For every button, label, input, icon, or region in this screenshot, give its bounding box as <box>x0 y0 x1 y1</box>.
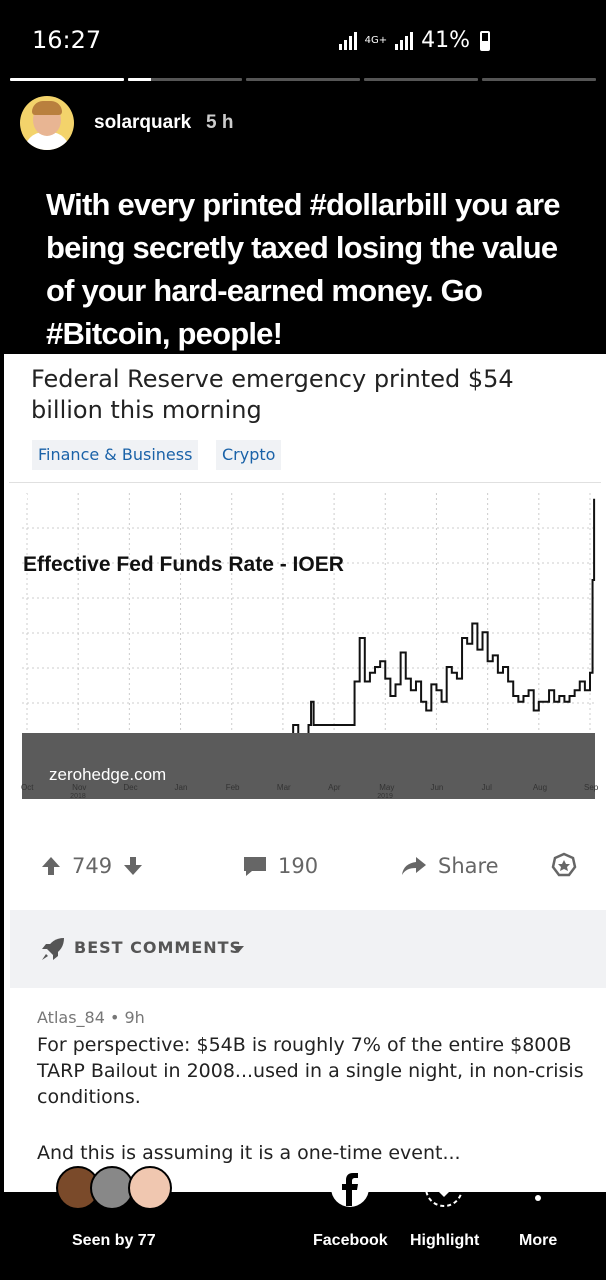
comments-button[interactable]: 190 <box>242 854 318 878</box>
flair-finance[interactable]: Finance & Business <box>32 440 199 470</box>
story-progress-segment <box>10 78 124 81</box>
post-actions: 749 190 Share <box>4 832 606 902</box>
highlight-icon[interactable] <box>424 1168 464 1208</box>
chart-tick-label: Jan <box>174 783 188 792</box>
more-button[interactable]: More <box>519 1232 557 1250</box>
signal-icon <box>338 31 357 50</box>
viewer-avatars[interactable] <box>56 1166 176 1214</box>
shared-post-card: Federal Reserve emergency printed $54 bi… <box>4 354 606 1192</box>
comment-icon <box>244 857 266 876</box>
comments-sort[interactable]: BEST COMMENTS <box>10 910 606 988</box>
rocket-icon <box>42 938 64 960</box>
award-icon[interactable] <box>551 852 577 878</box>
more-icon[interactable] <box>518 1168 558 1208</box>
facebook-icon[interactable] <box>330 1168 370 1208</box>
image-source-domain: zerohedge.com <box>49 765 167 784</box>
story-progress-segment <box>246 78 360 81</box>
vote-control: 749 <box>40 854 144 878</box>
post-image-chart[interactable]: Effective Fed Funds Rate - IOER zerohedg… <box>9 482 601 814</box>
story-progress-segment <box>128 78 242 81</box>
username[interactable]: solarquark <box>94 112 191 134</box>
chart-series-line <box>27 498 596 770</box>
share-label: Share <box>438 854 499 878</box>
chart-tick-sublabel: 2019 <box>377 793 393 800</box>
story-progress-segment <box>364 78 478 81</box>
chart-tick-label: Feb <box>225 783 240 792</box>
chart-tick-label: Dec <box>123 783 138 792</box>
chart-tick-label: Jul <box>481 783 492 792</box>
viewer-avatar <box>128 1166 172 1210</box>
chevron-down-icon <box>232 946 244 953</box>
sort-label: BEST COMMENTS <box>74 938 243 957</box>
external-link-icon[interactable] <box>9 483 29 503</box>
network-type: 4G+ <box>364 34 388 46</box>
chart-tick-label: Nov <box>72 783 87 792</box>
battery-percent: 41% <box>421 28 470 53</box>
story-caption: With every printed #dollarbill you are b… <box>46 187 560 351</box>
comment-body: For perspective: $54B is roughly 7% of t… <box>37 1034 584 1108</box>
chart-tick-label: Sep <box>584 783 599 792</box>
flair-crypto[interactable]: Crypto <box>216 440 282 470</box>
upvote-icon[interactable] <box>40 855 62 877</box>
story-progress <box>10 78 596 81</box>
avatar[interactable] <box>20 96 74 150</box>
chart-tick-label: Aug <box>532 783 548 792</box>
chart-tick-label: Mar <box>276 783 291 792</box>
downvote-icon[interactable] <box>122 855 144 877</box>
chart-x-axis: Oct Nov 2018 Dec Jan Feb Mar Apr May 2019 Jun Jul Au… <box>21 783 599 813</box>
chart-title: Effective Fed Funds Rate - IOER <box>23 553 344 576</box>
story-progress-segment <box>482 78 596 81</box>
chart-tick-label: May <box>379 783 395 792</box>
chart-tick-label: Apr <box>328 783 341 792</box>
status-bar: 16:27 4G+ 41% <box>0 0 606 80</box>
chart-tick-label: Jun <box>430 783 444 792</box>
chart-tick-label: Oct <box>21 783 34 792</box>
battery-icon <box>480 30 490 51</box>
post-title: Federal Reserve emergency printed $54 bi… <box>31 365 514 424</box>
facebook-button[interactable]: Facebook <box>313 1232 388 1250</box>
comment-body-2: And this is assuming it is a one-time ev… <box>37 1142 461 1164</box>
comment-count: 190 <box>278 854 319 878</box>
seen-by[interactable]: Seen by 77 <box>72 1232 156 1250</box>
signal-icon-2 <box>395 31 414 50</box>
status-icons: 4G+ 41% <box>338 28 490 53</box>
share-icon <box>402 857 426 875</box>
time-ago: 5 h <box>206 112 234 133</box>
highlight-button[interactable]: Highlight <box>410 1232 479 1250</box>
status-time: 16:27 <box>32 26 102 54</box>
chart-tick-sublabel: 2018 <box>70 793 86 800</box>
comment-meta: Atlas_84 • 9h <box>37 1008 145 1027</box>
vote-count: 749 <box>72 854 113 878</box>
share-button[interactable]: Share <box>400 854 499 878</box>
